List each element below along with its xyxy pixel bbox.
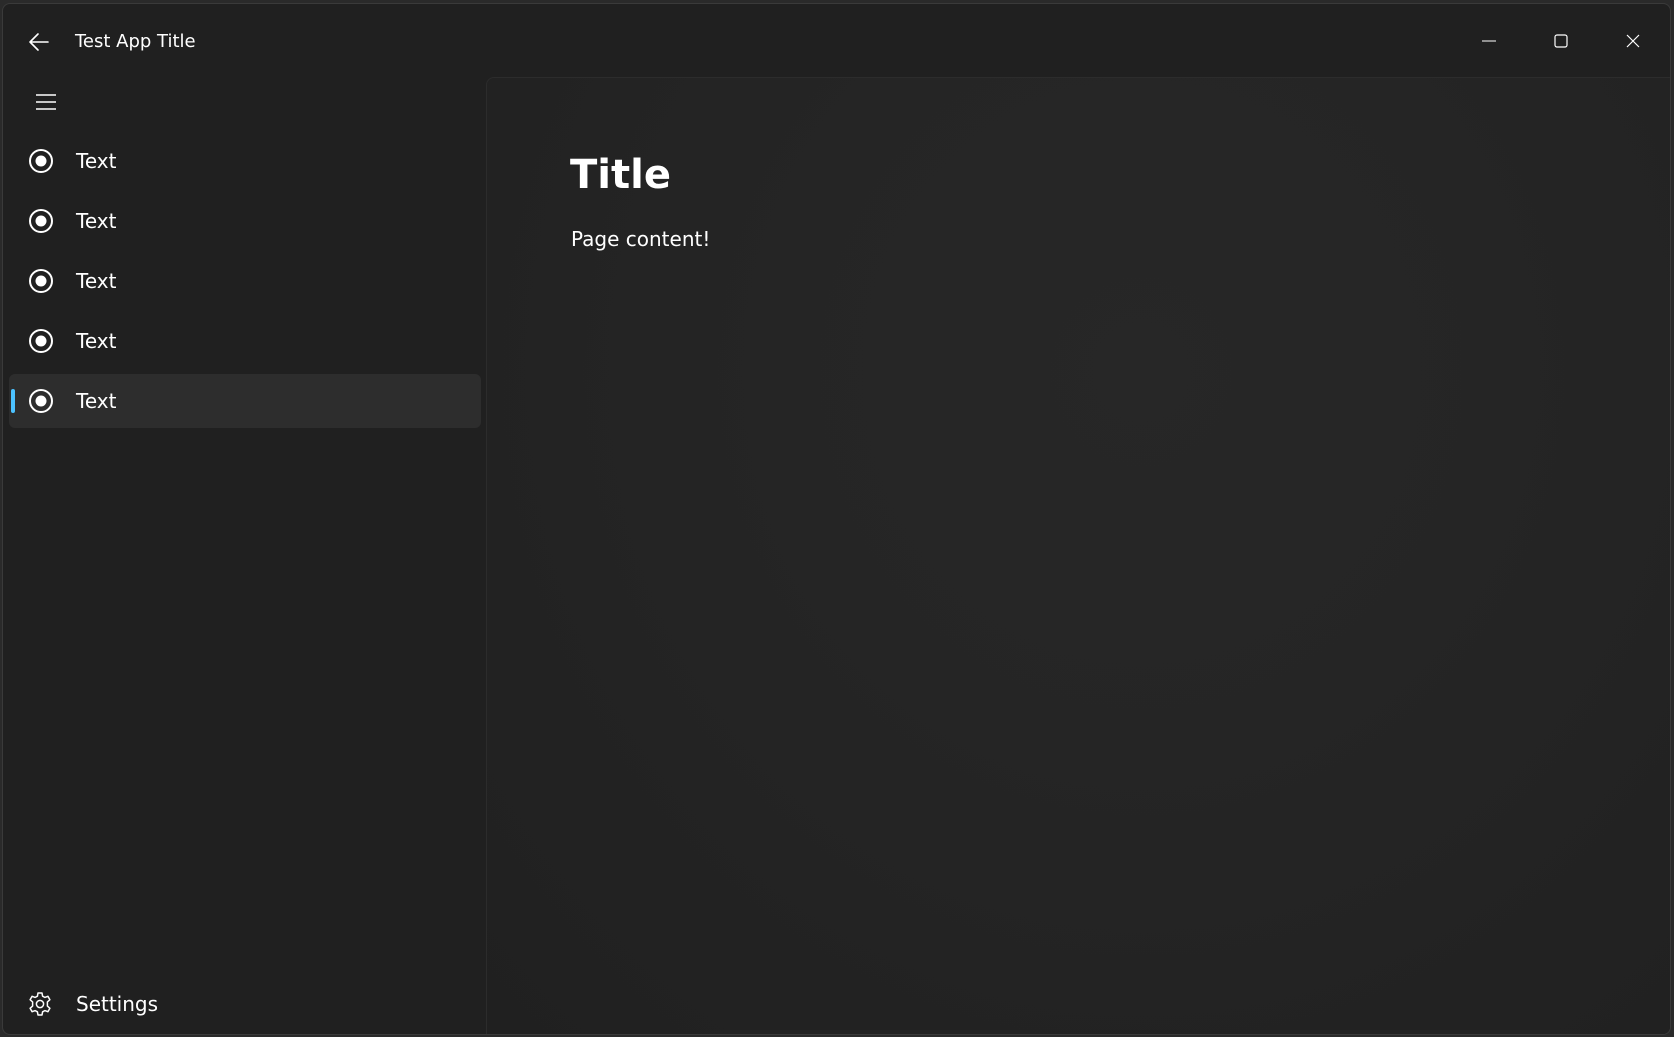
nav-list: Text Text Text Text Text bbox=[9, 134, 481, 434]
maximize-button[interactable] bbox=[1526, 18, 1596, 64]
radio-button-icon bbox=[29, 329, 53, 353]
nav-item-3[interactable]: Text bbox=[9, 254, 481, 308]
nav-item-label: Text bbox=[76, 149, 117, 173]
page-title: Title bbox=[570, 152, 671, 198]
minimize-icon bbox=[1482, 40, 1496, 42]
nav-item-label: Text bbox=[76, 389, 117, 413]
close-icon bbox=[1626, 34, 1640, 48]
nav-menu-toggle-button[interactable] bbox=[23, 82, 69, 122]
nav-item-5[interactable]: Text bbox=[9, 374, 481, 428]
nav-item-label: Text bbox=[76, 329, 117, 353]
radio-button-icon bbox=[29, 209, 53, 233]
maximize-icon bbox=[1554, 34, 1568, 48]
settings-label: Settings bbox=[76, 992, 159, 1016]
nav-item-label: Text bbox=[76, 209, 117, 233]
gear-icon bbox=[29, 992, 51, 1016]
selection-indicator bbox=[11, 389, 15, 413]
content-frame: Title Page content! bbox=[486, 77, 1670, 1034]
app-window: Test App Title Text Text Text Text Text … bbox=[2, 3, 1671, 1035]
nav-item-label: Text bbox=[76, 269, 117, 293]
title-bar: Test App Title bbox=[3, 4, 1670, 72]
back-button[interactable] bbox=[17, 22, 61, 62]
page-content-text: Page content! bbox=[571, 227, 711, 251]
radio-button-icon bbox=[29, 389, 53, 413]
nav-item-settings[interactable]: Settings bbox=[9, 978, 481, 1030]
minimize-button[interactable] bbox=[1454, 18, 1524, 64]
back-arrow-icon bbox=[29, 33, 49, 51]
app-title: Test App Title bbox=[75, 31, 196, 52]
nav-item-2[interactable]: Text bbox=[9, 194, 481, 248]
nav-item-1[interactable]: Text bbox=[9, 134, 481, 188]
nav-item-4[interactable]: Text bbox=[9, 314, 481, 368]
radio-button-icon bbox=[29, 149, 53, 173]
radio-button-icon bbox=[29, 269, 53, 293]
hamburger-icon bbox=[36, 94, 56, 110]
close-button[interactable] bbox=[1598, 18, 1668, 64]
